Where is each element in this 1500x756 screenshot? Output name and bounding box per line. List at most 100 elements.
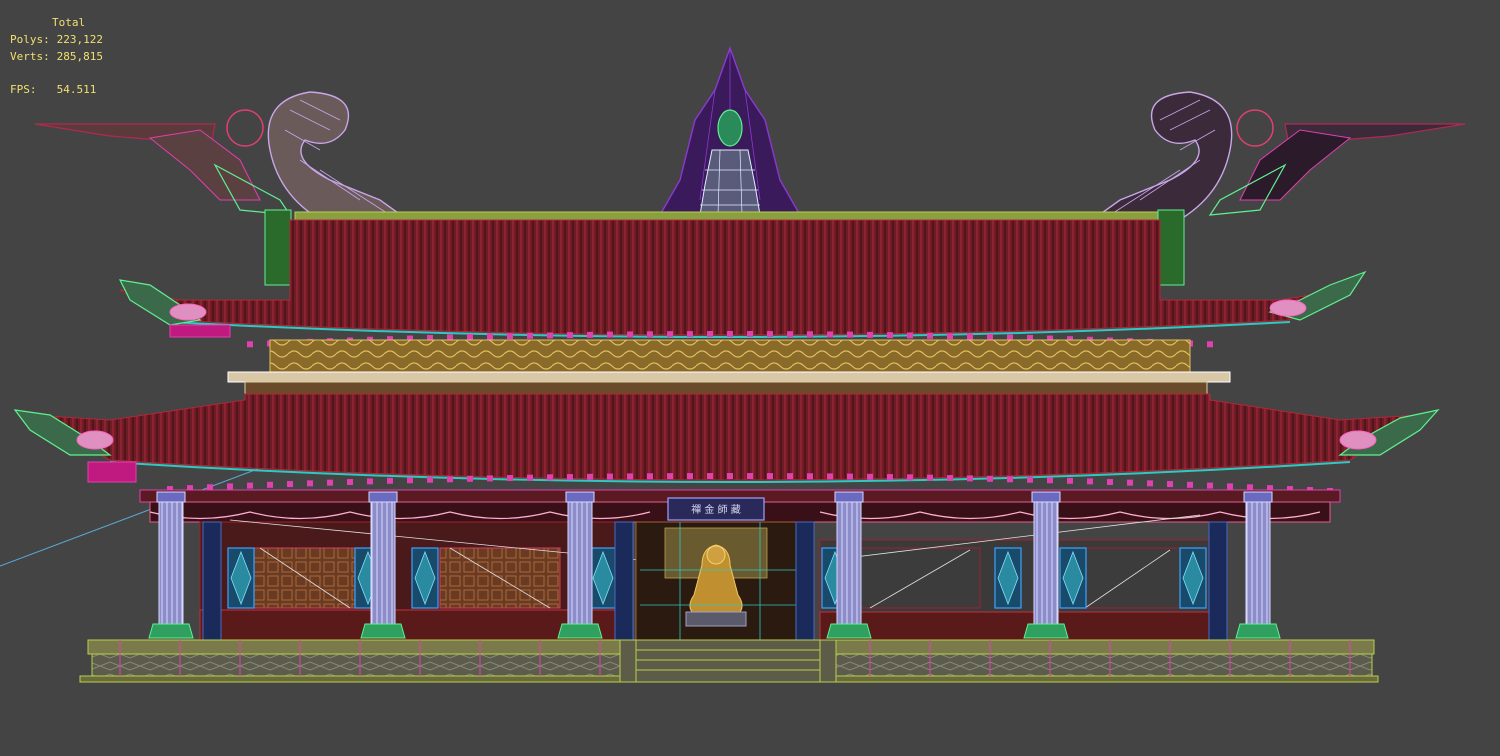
eave-bracket [787, 473, 793, 480]
eave-bracket [207, 484, 213, 491]
eave-bracket [607, 473, 613, 480]
eave-bracket [1227, 483, 1233, 490]
column-base [557, 623, 603, 639]
eave-bracket [827, 331, 833, 338]
column-shaft [836, 499, 862, 625]
eave-bracket [647, 473, 653, 480]
eave-bracket [1167, 481, 1173, 488]
stats-polys-value: 223,122 [56, 33, 103, 46]
stats-fps-value: 54.511 [56, 83, 97, 96]
eave-bracket [767, 331, 773, 338]
eave-bracket [507, 475, 513, 482]
eave-bracket [1247, 484, 1253, 491]
temple-model[interactable]: 禪 金 師 藏 [0, 0, 1500, 756]
eave-bracket [1127, 479, 1133, 486]
eave-bracket [907, 474, 913, 481]
eave-bracket [527, 332, 533, 339]
right-ridge-dragon [1082, 91, 1466, 226]
eave-bracket [987, 475, 993, 482]
eave-bracket [507, 333, 513, 340]
stats-polys-label: Polys: [10, 33, 50, 46]
eave-bracket [1207, 341, 1213, 348]
front-steps [619, 639, 837, 683]
eave-bracket [707, 331, 713, 338]
eave-bracket [567, 332, 573, 339]
eave-bracket [607, 331, 613, 338]
eave-bracket [867, 473, 873, 480]
eave-bracket [907, 332, 913, 339]
eave-bracket [587, 331, 593, 338]
middle-frieze [227, 339, 1231, 395]
eave-bracket [627, 331, 633, 338]
stats-verts-value: 285,815 [56, 50, 103, 63]
eave-bracket [247, 482, 253, 489]
column-shaft [1033, 499, 1059, 625]
eave-bracket [1007, 476, 1013, 483]
eave-bracket [927, 332, 933, 339]
eave-bracket [927, 474, 933, 481]
eave-bracket [387, 477, 393, 484]
eave-bracket [1087, 478, 1093, 485]
eave-bracket [307, 480, 313, 487]
column-shaft [567, 499, 593, 625]
inner-column [202, 521, 222, 641]
roof-finial [658, 45, 802, 216]
eave-bracket [1067, 477, 1073, 484]
eave-bracket [747, 331, 753, 338]
lower-roof [13, 393, 1440, 494]
eave-bracket [667, 473, 673, 480]
eave-bracket [487, 475, 493, 482]
stats-fps-label: FPS: [10, 83, 37, 96]
column-capital [834, 491, 864, 503]
eave-bracket [627, 473, 633, 480]
column-capital [368, 491, 398, 503]
inner-column [614, 521, 634, 641]
3d-viewport[interactable]: Total Polys: 223,122 Verts: 285,815 FPS:… [0, 0, 1500, 756]
column-capital [1243, 491, 1273, 503]
column-base [148, 623, 194, 639]
eave-bracket [527, 474, 533, 481]
column-shaft [370, 499, 396, 625]
eave-bracket [727, 473, 733, 479]
hall-name-plaque: 禪 金 師 藏 [667, 497, 765, 521]
eave-bracket [547, 474, 553, 481]
stats-verts-label: Verts: [10, 50, 50, 63]
eave-bracket [427, 476, 433, 483]
eave-bracket [707, 473, 713, 480]
column-shaft [1245, 499, 1271, 625]
eave-bracket [407, 477, 413, 484]
column-shaft [158, 499, 184, 625]
column-base [360, 623, 406, 639]
eave-bracket [327, 479, 333, 486]
eave-bracket [867, 331, 873, 338]
eave-bracket [567, 474, 573, 481]
eave-bracket [947, 475, 953, 482]
eave-bracket [487, 333, 493, 340]
eave-bracket [1047, 477, 1053, 484]
eave-bracket [587, 473, 593, 480]
eave-bracket [887, 332, 893, 339]
eave-bracket [847, 331, 853, 338]
eave-bracket [287, 481, 293, 488]
eave-bracket [247, 341, 253, 348]
eave-bracket [1027, 476, 1033, 483]
eave-bracket [847, 473, 853, 480]
stats-verts-row: Verts: 285,815 [10, 48, 103, 65]
upper-roof [118, 209, 1367, 348]
eave-bracket [447, 476, 453, 483]
viewport-statistics: Total Polys: 223,122 Verts: 285,815 FPS:… [10, 14, 103, 98]
inner-column [795, 521, 815, 641]
left-ridge-dragon [34, 91, 418, 226]
eave-bracket [267, 481, 273, 488]
eave-bracket [467, 334, 473, 341]
eave-bracket [347, 479, 353, 486]
eave-bracket [667, 331, 673, 338]
inner-column [1208, 521, 1228, 641]
eave-bracket [647, 331, 653, 338]
stats-polys-row: Polys: 223,122 [10, 31, 103, 48]
eave-bracket [887, 474, 893, 481]
stone-platform [79, 639, 1379, 683]
eave-bracket [967, 333, 973, 340]
eave-bracket [687, 473, 693, 480]
eave-bracket [947, 333, 953, 340]
